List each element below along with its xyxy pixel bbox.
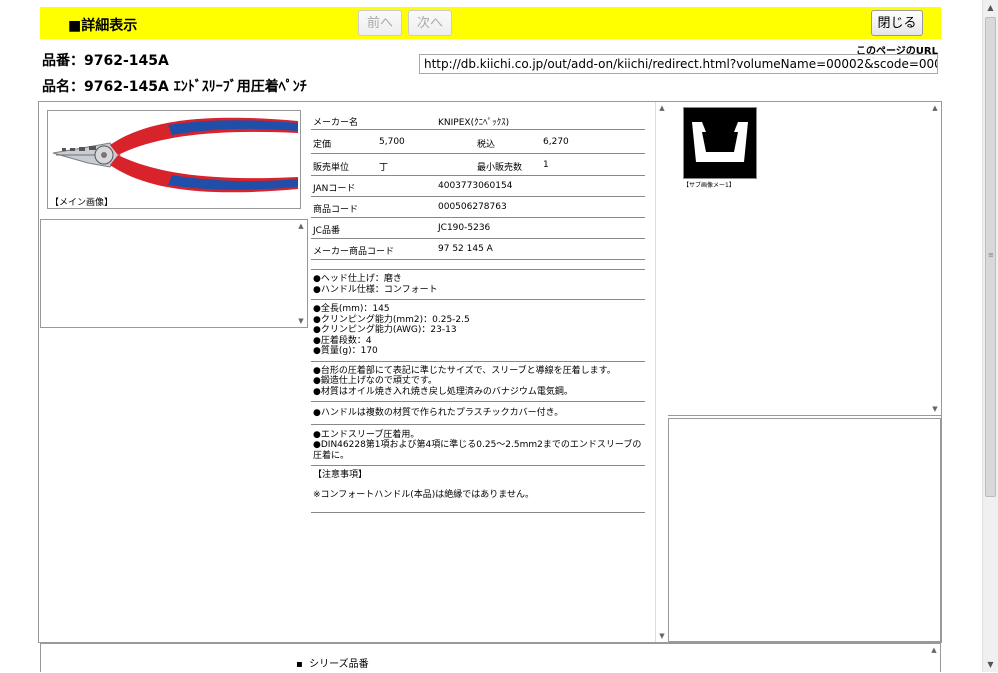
spec-row-jan: JANコード 4003773060154 [311,176,645,197]
spec-value: 4003773060154 [438,181,513,191]
scroll-up-icon[interactable]: ▲ [929,102,941,114]
product-number: 品番：9762-145A [42,53,169,69]
notes-block-handle: ●ハンドルは複数の材質で作られたプラスチックカバー付き。 [311,402,645,425]
spec-label: 商品コード [313,205,359,215]
note-line: ●ハンドル仕様：コンフォート [313,284,438,295]
scroll-up-icon[interactable]: ▲ [928,644,940,656]
page-url-field[interactable]: http://db.kiichi.co.jp/out/add-on/kiichi… [419,54,938,74]
scroll-down-icon[interactable]: ▼ [656,630,668,642]
sub-image-scrollbar[interactable]: ▲ ▼ [929,102,941,415]
caution-title: 【注意事項】 [313,470,368,480]
spec-value: 丁 [379,163,389,173]
spec-row-jc: JC品番 JC190-5236 [311,218,645,239]
series-label: ▪ シリーズ品番 [296,659,369,670]
notes-block-features: ●台形の圧着部にて表記に準じたサイズで、スリーブと導線を圧着します。 ●鍛造仕上… [311,362,645,402]
note-line: ●ヘッド仕上げ：磨き [313,274,402,284]
note-line: ●エンドスリーブ圧着用。 [313,429,420,440]
spec-row-unit: 販売単位 丁 最小販売数 1 [311,154,645,176]
note-line: ●全長(mm)：145 [313,304,390,314]
series-label-text: シリーズ品番 [309,659,369,670]
note-line: ●台形の圧着部にて表記に準じたサイズで、スリーブと導線を圧着します。 [313,365,616,376]
page-title: ■詳細表示 [68,18,138,34]
spec-row-maker-code: メーカー商品コード 97 52 145 A [311,239,645,260]
note-line: ●圧着段数：4 [313,335,372,346]
spec-value: 1 [543,160,549,170]
notes-block-caution: 【注意事項】 ※コンフォートハンドル(本品)は絶縁ではありません。 [311,466,645,513]
notes-block-usage: ●エンドスリーブ圧着用。 ●DIN46228第1項および第4項に準じる0.25～… [311,425,645,466]
spec-row-code: 商品コード 000506278763 [311,197,645,218]
spec-value: KNIPEX(ｸﾆﾍﾟｯｸｽ) [438,118,510,128]
image-thumbnail-list: ▲ ▼ [40,219,308,328]
scroll-up-icon[interactable]: ▲ [983,0,998,15]
scroll-down-icon[interactable]: ▼ [295,315,307,327]
close-button[interactable]: 閉じる [871,10,923,36]
spec-value: 6,270 [543,137,569,147]
caution-text: ※コンフォートハンドル(本品)は絶縁ではありません。 [313,489,535,500]
note-line: ●クリンピング能力(AWG)：23-13 [313,325,457,335]
spec-label: 最小販売数 [477,163,523,173]
spec-value: 5,700 [379,137,405,147]
scroll-up-icon[interactable]: ▲ [656,102,668,114]
next-button[interactable]: 次へ [408,10,452,36]
sub-lower-panel [668,418,941,642]
note-line: ●クリンピング能力(mm2)：0.25-2.5 [313,314,470,325]
sub-image-panel: 【サブ画像メー1】 ▲ ▼ [668,102,941,416]
spec-label: 定価 [313,140,332,150]
main-image-caption: 【メイン画像】 [50,198,114,208]
spec-label: メーカー名 [313,118,359,128]
prev-button[interactable]: 前へ [358,10,402,36]
series-panel: ▪ シリーズ品番 ▲ [40,643,941,673]
header-bar: ■詳細表示 前へ 次へ 閉じる [40,7,941,39]
grip-icon: ≡ [988,251,994,259]
note-line: ●鍛造仕上げなので頑丈です。 [313,376,437,386]
scroll-up-icon[interactable]: ▲ [295,220,307,232]
crimp-profile-image [684,108,756,178]
spec-value: 000506278763 [438,202,507,212]
spec-row-price: 定価 5,700 税込 6,270 [311,130,645,154]
spec-label: メーカー商品コード [313,247,395,257]
sub-image-caption: 【サブ画像メー1】 [683,182,735,189]
spec-label: 販売単位 [313,163,350,173]
notes-block-finish: ●ヘッド仕上げ：磨き ●ハンドル仕様：コンフォート [311,270,645,300]
scroll-down-icon[interactable]: ▼ [983,657,998,672]
thumbnail-scrollbar[interactable]: ▲ ▼ [295,220,307,327]
spec-scrollbar[interactable]: ▲ ▼ [655,102,668,642]
pliers-image [48,111,300,199]
note-line: ●DIN46228第1項および第4項に準じる0.25～2.5mm2までのエンドス… [313,440,642,461]
note-line: ●材質はオイル焼き入れ焼き戻し処理済みのバナジウム電気鋼。 [313,386,573,397]
sub-image[interactable] [683,107,757,179]
page-scrollbar[interactable]: ▲ ≡ ▼ [982,0,998,672]
notes-block-specs: ●全長(mm)：145 ●クリンピング能力(mm2)：0.25-2.5 ●クリン… [311,300,645,362]
series-scrollbar[interactable]: ▲ [928,644,940,673]
scroll-down-icon[interactable]: ▼ [929,403,941,415]
spec-table: メーカー名 KNIPEX(ｸﾆﾍﾟｯｸｽ) 定価 5,700 税込 6,270 … [311,110,645,513]
note-line: ●ハンドルは複数の材質で作られたプラスチックカバー付き。 [313,408,564,418]
spec-row-maker: メーカー名 KNIPEX(ｸﾆﾍﾟｯｸｽ) [311,110,645,130]
spec-label: JANコード [313,184,356,194]
spec-value: 97 52 145 A [438,244,493,254]
main-image[interactable]: 【メイン画像】 [47,110,301,209]
spec-label: JC品番 [313,226,340,236]
note-line: ●質量(g)：170 [313,346,378,356]
scroll-thumb[interactable]: ≡ [985,17,996,497]
product-name: 品名：9762-145A ｴﾝﾄﾞｽﾘｰﾌﾞ用圧着ﾍﾟﾝﾁ [42,79,307,95]
spec-label: 税込 [477,140,496,150]
spec-value: JC190-5236 [438,223,491,233]
